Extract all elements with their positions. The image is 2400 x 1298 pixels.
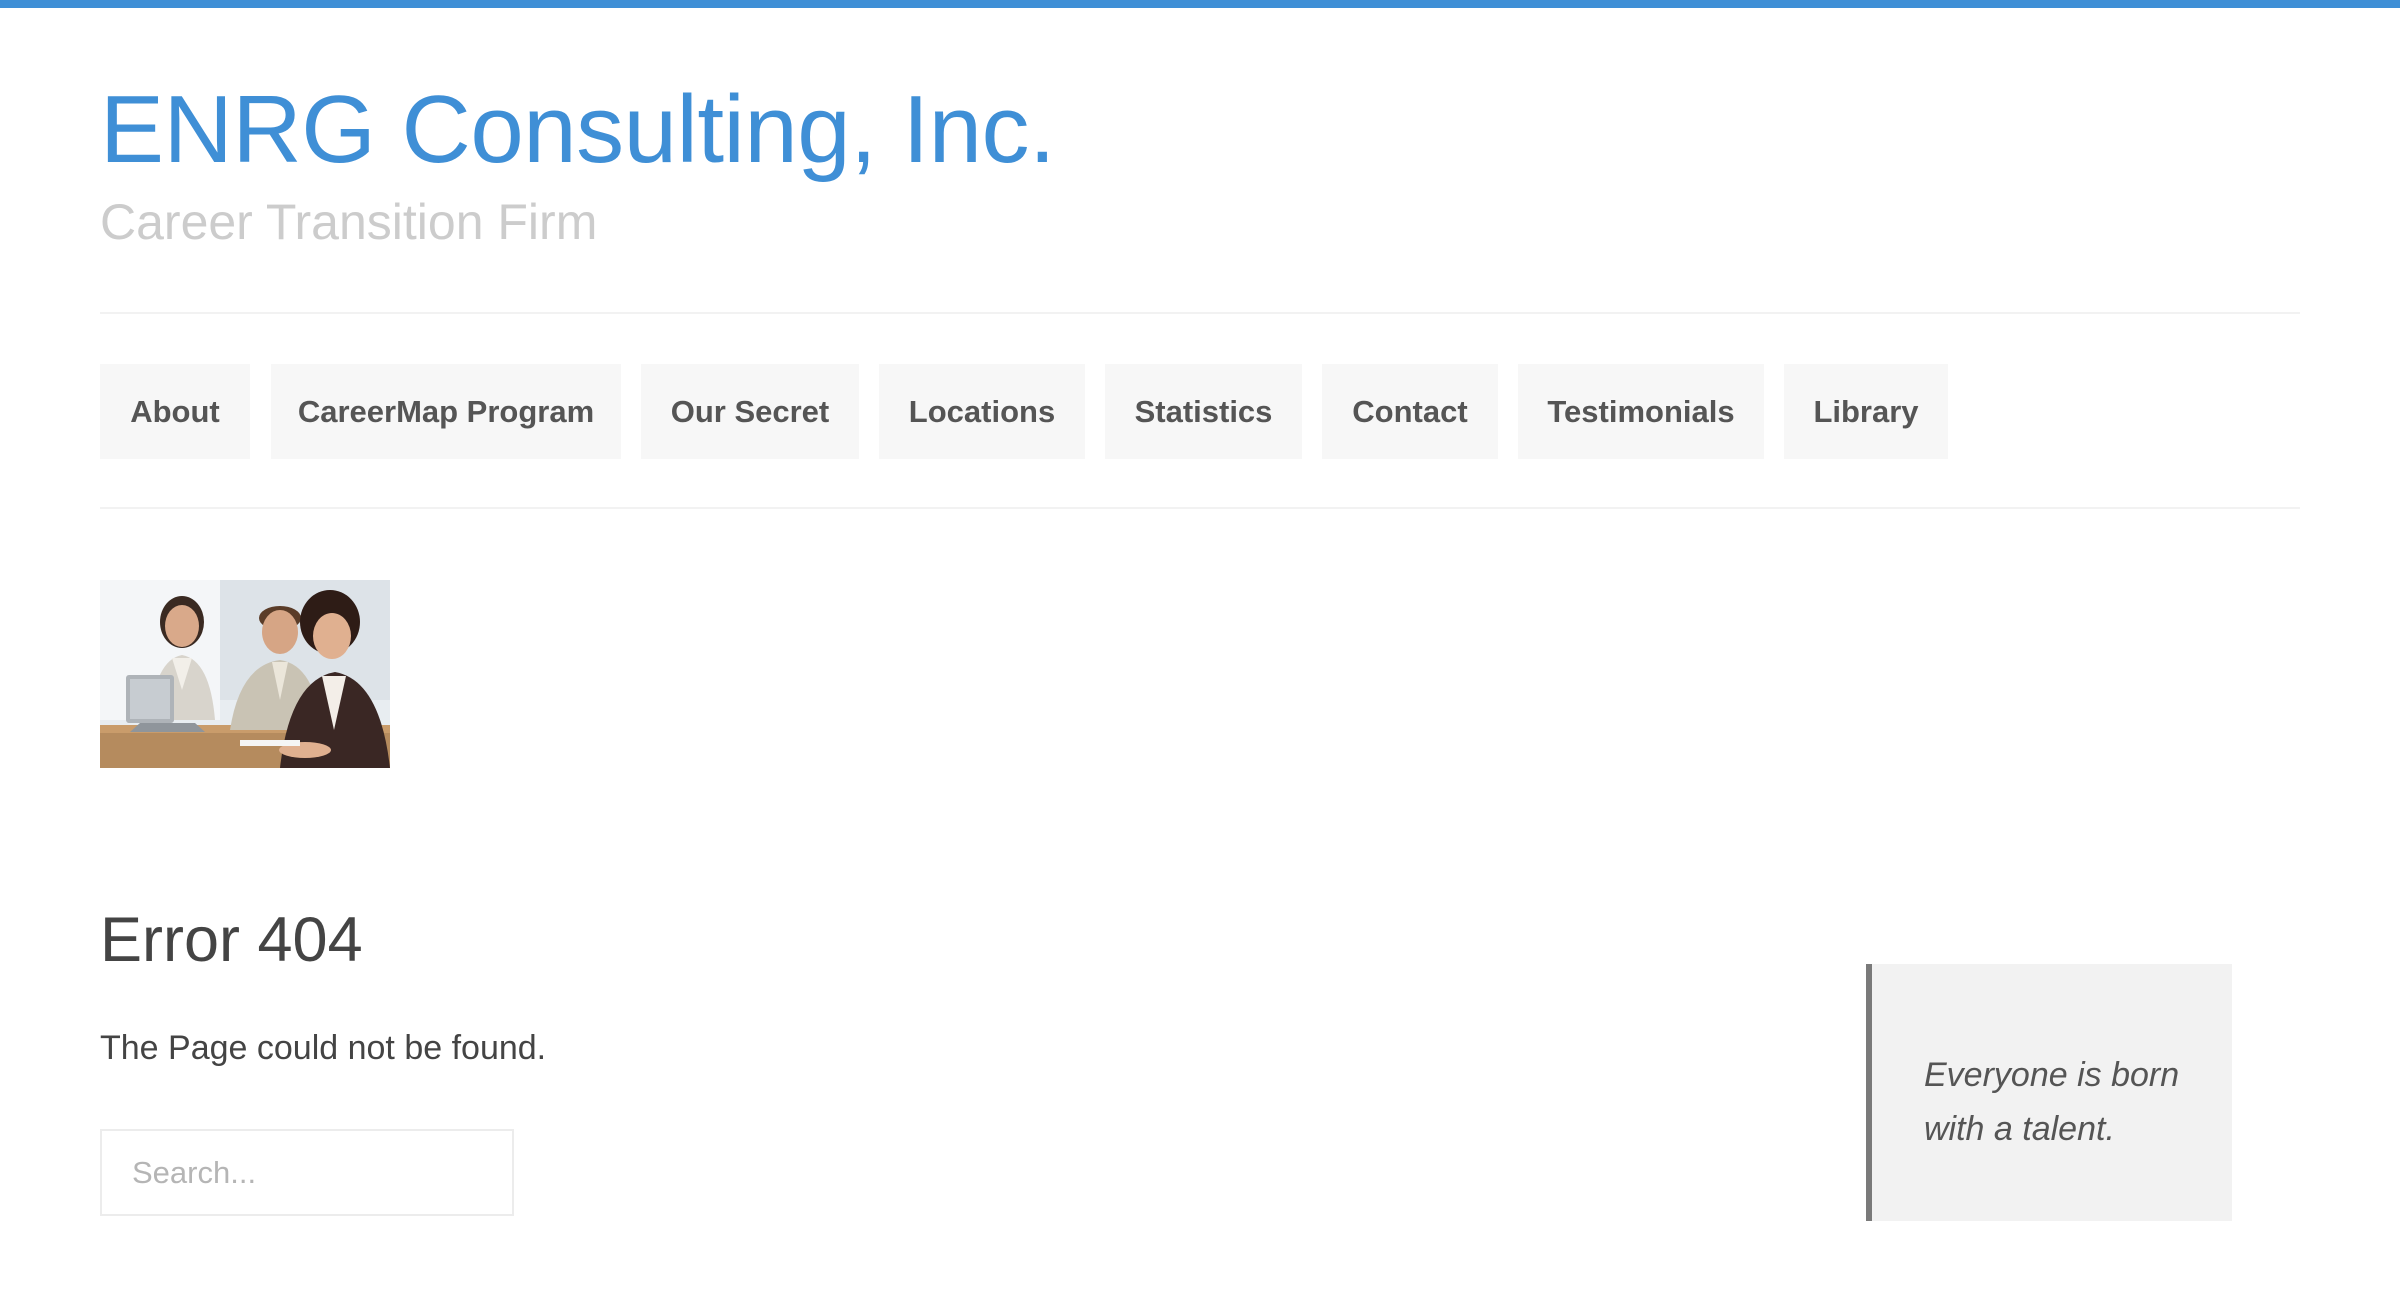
nav-item-careermap-program[interactable]: CareerMap Program [271, 364, 621, 459]
nav-divider [100, 507, 2300, 509]
site-title[interactable]: ENRG Consulting, Inc. [100, 70, 1056, 190]
site-tagline: Career Transition Firm [100, 194, 598, 250]
top-accent-bar [0, 0, 2400, 8]
search-input[interactable] [100, 1129, 514, 1216]
sidebar-quote: Everyone is born with a talent. [1866, 964, 2232, 1221]
nav-item-contact[interactable]: Contact [1322, 364, 1498, 459]
nav-item-statistics[interactable]: Statistics [1105, 364, 1302, 459]
nav-item-about[interactable]: About [100, 364, 250, 459]
nav-item-our-secret[interactable]: Our Secret [641, 364, 859, 459]
nav-item-testimonials[interactable]: Testimonials [1518, 364, 1764, 459]
team-photo [100, 580, 390, 768]
quote-text: Everyone is born with a talent. [1924, 1056, 2180, 1148]
nav-item-locations[interactable]: Locations [879, 364, 1085, 459]
error-message: The Page could not be found. [100, 1029, 547, 1067]
header-divider [100, 312, 2300, 314]
error-title: Error 404 [100, 905, 363, 975]
nav-item-library[interactable]: Library [1784, 364, 1948, 459]
